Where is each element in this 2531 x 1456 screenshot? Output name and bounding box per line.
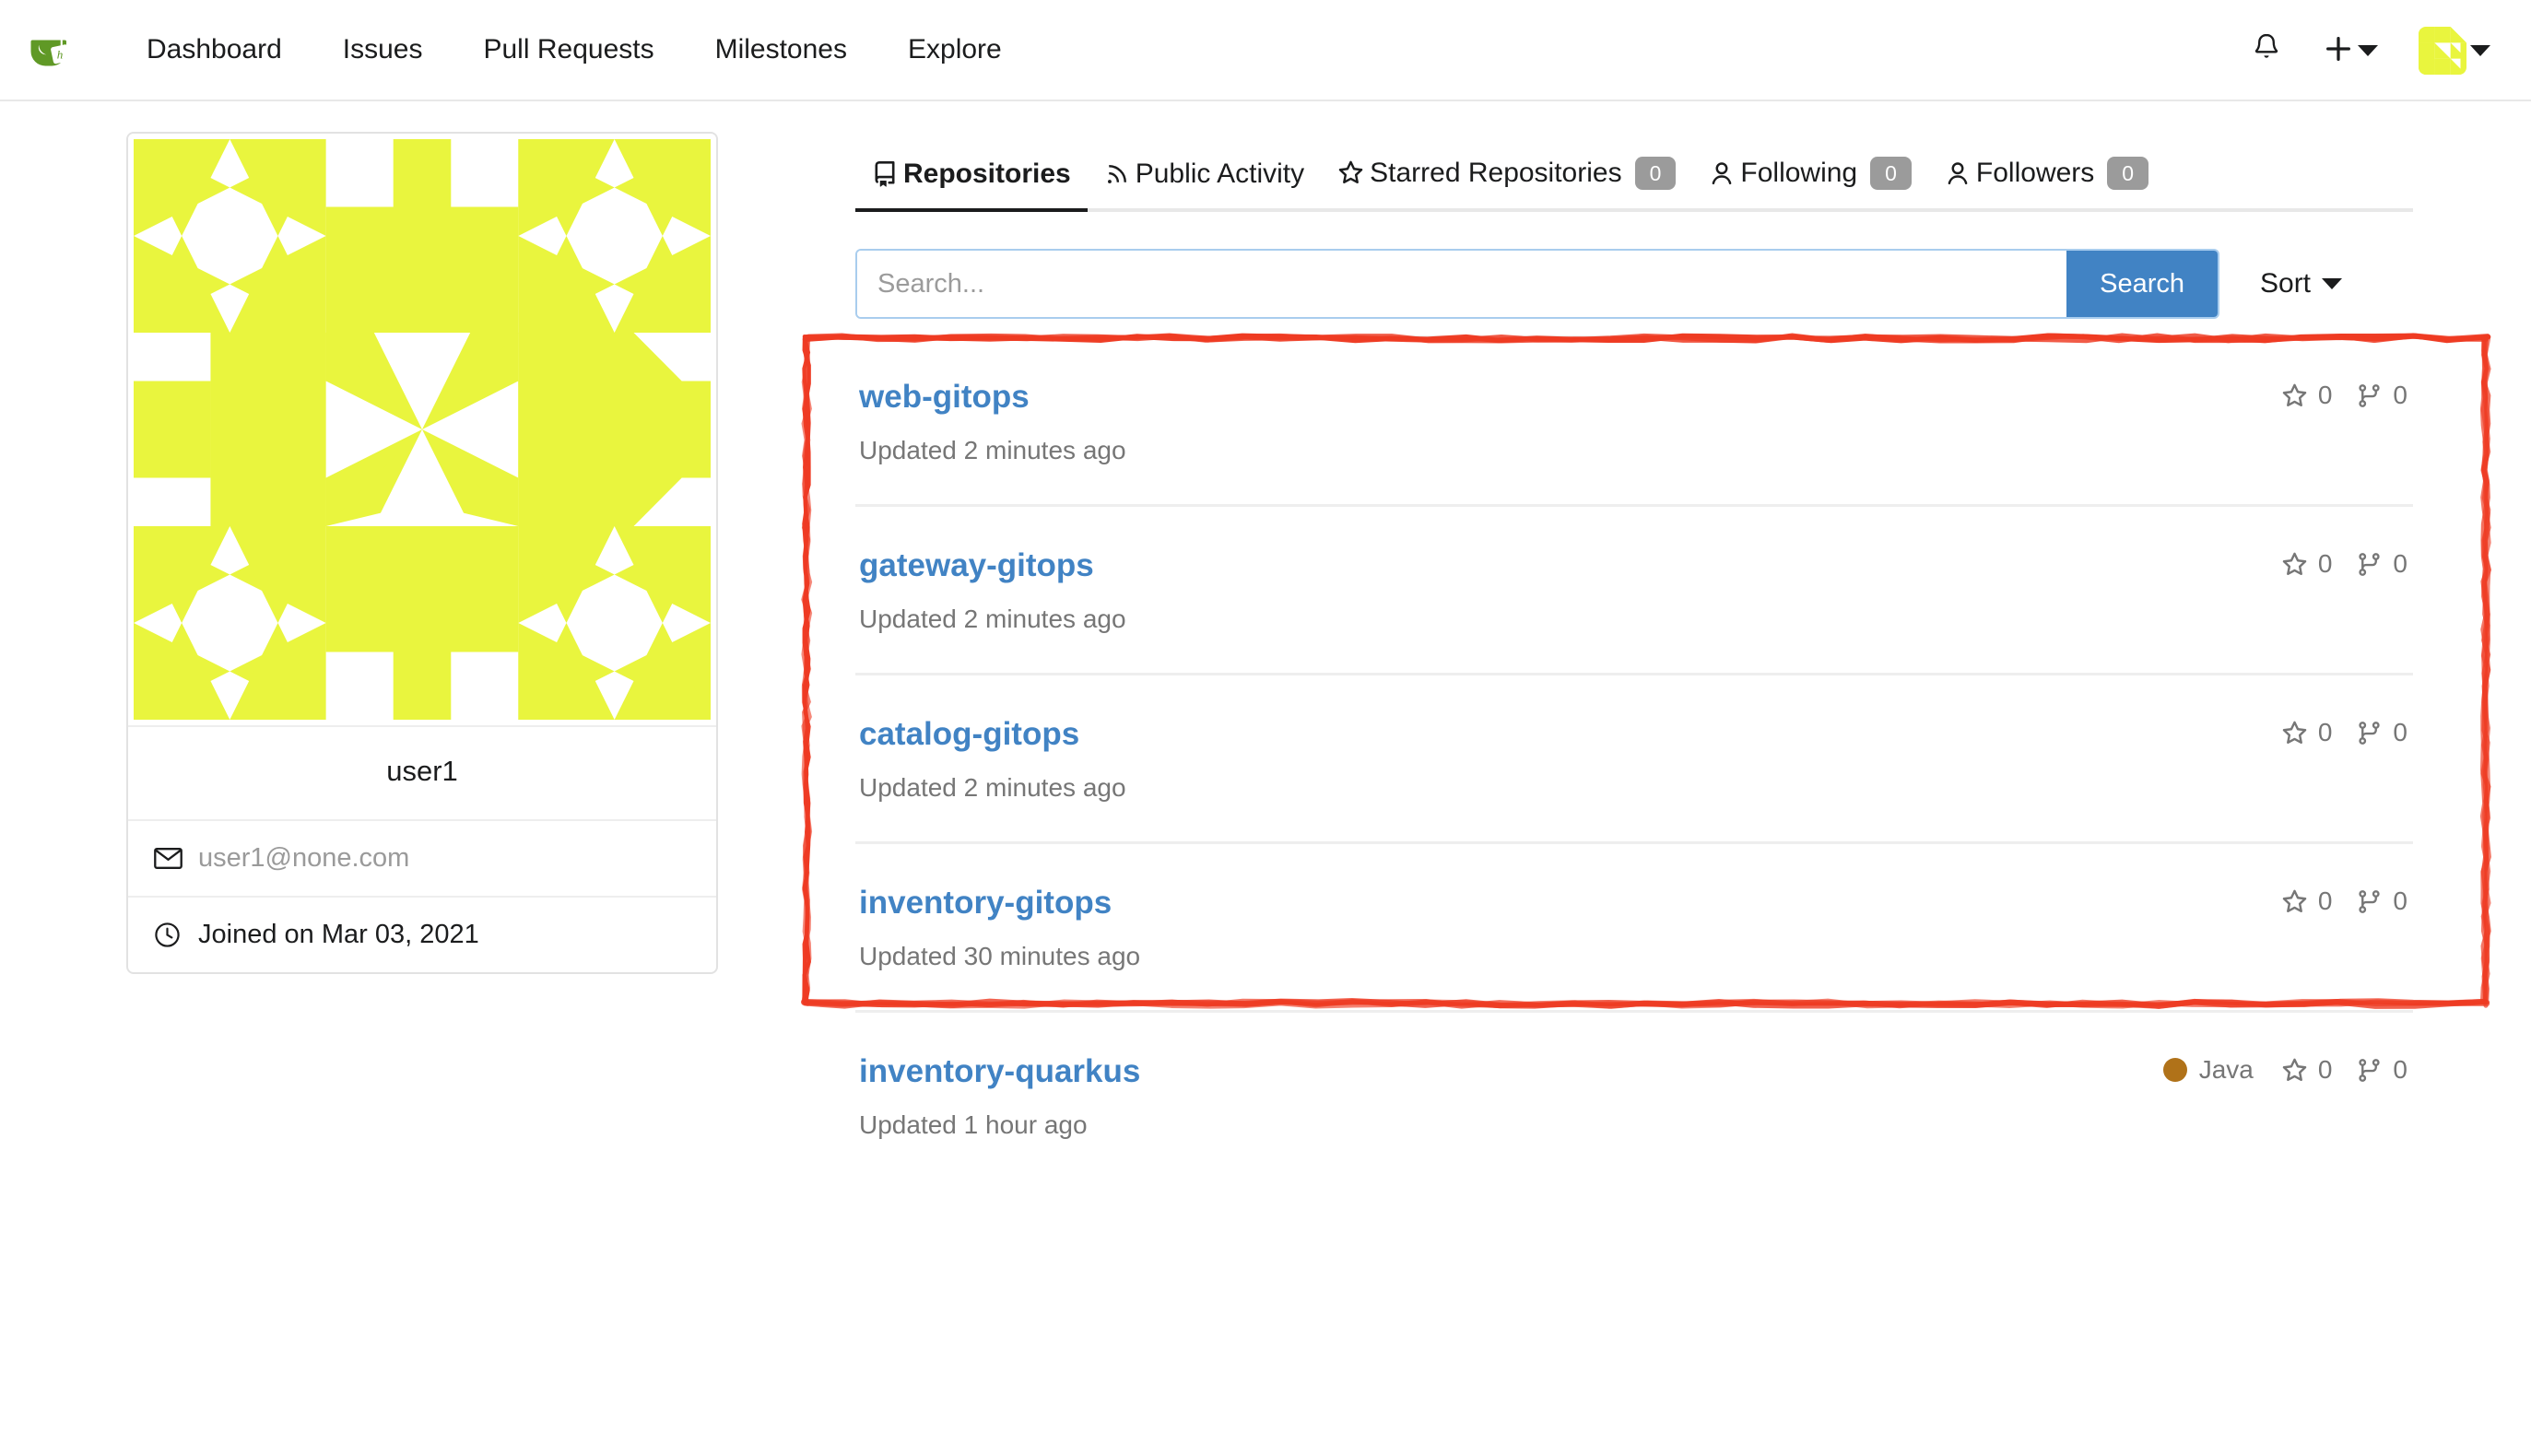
nav-link-pull-requests[interactable]: Pull Requests xyxy=(453,0,684,100)
tab-starred-repositories-label: Starred Repositories xyxy=(1370,158,1621,189)
profile-email-row: user1@none.com xyxy=(128,819,716,896)
tab-followers-label: Followers xyxy=(1976,158,2094,189)
repository-forks: 0 xyxy=(2356,549,2407,579)
top-navbar: h Dashboard Issues Pull Requests Milesto… xyxy=(0,0,2531,101)
search-row: Search Sort xyxy=(855,249,2413,319)
search-button[interactable]: Search xyxy=(2066,251,2218,317)
repository-meta: 0 0 xyxy=(2257,381,2407,410)
repository-stars: 0 xyxy=(2281,887,2333,916)
clock-icon xyxy=(154,922,198,948)
tab-repositories[interactable]: Repositories xyxy=(855,159,1088,208)
fork-count: 0 xyxy=(2393,1055,2407,1085)
tab-followers[interactable]: Followers 0 xyxy=(1928,157,2165,208)
tab-public-activity-label: Public Activity xyxy=(1136,159,1304,190)
repository-updated: Updated 2 minutes ago xyxy=(859,773,2409,803)
search-field-group: Search xyxy=(855,249,2219,319)
fork-count: 0 xyxy=(2393,549,2407,579)
main-content: Repositories Public Activity Starred Rep… xyxy=(855,129,2413,1179)
repository-updated: Updated 2 minutes ago xyxy=(859,436,2409,465)
navbar-right-actions xyxy=(2231,0,2511,101)
tab-following[interactable]: Following 0 xyxy=(1692,157,1928,208)
user-avatar-identicon-large xyxy=(128,134,716,725)
language-label: Java xyxy=(2199,1055,2254,1085)
person-icon xyxy=(1709,160,1735,186)
repository-meta: 0 0 xyxy=(2257,549,2407,579)
repository-meta: 0 0 xyxy=(2257,887,2407,916)
chevron-down-icon xyxy=(2322,278,2342,289)
create-new-button[interactable] xyxy=(2302,0,2398,101)
user-menu-button[interactable] xyxy=(2398,0,2511,101)
profile-username: user1 xyxy=(128,725,716,819)
nav-link-issues[interactable]: Issues xyxy=(312,0,453,100)
repository-updated: Updated 2 minutes ago xyxy=(859,605,2409,634)
profile-email-text: user1@none.com xyxy=(198,843,409,874)
language-color-dot xyxy=(2163,1058,2187,1082)
repository-meta: 0 0 xyxy=(2257,718,2407,747)
repository-link[interactable]: inventory-gitops xyxy=(859,885,1112,922)
fork-count: 0 xyxy=(2393,381,2407,410)
sort-label: Sort xyxy=(2260,268,2311,299)
user-avatar-identicon xyxy=(2419,27,2466,75)
page-root: h Dashboard Issues Pull Requests Milesto… xyxy=(0,0,2531,1456)
repository-item: catalog-gitops Updated 2 minutes ago 0 0 xyxy=(855,673,2413,841)
primary-nav: Dashboard Issues Pull Requests Milestone… xyxy=(116,0,1032,100)
repository-forks: 0 xyxy=(2356,887,2407,916)
mail-icon xyxy=(154,847,198,870)
repository-item: web-gitops Updated 2 minutes ago 0 0 xyxy=(855,335,2413,504)
star-count: 0 xyxy=(2318,1055,2333,1085)
tab-public-activity[interactable]: Public Activity xyxy=(1088,159,1321,208)
star-count: 0 xyxy=(2318,887,2333,916)
repository-forks: 0 xyxy=(2356,718,2407,747)
nav-link-milestones[interactable]: Milestones xyxy=(685,0,877,100)
repository-stars: 0 xyxy=(2281,1055,2333,1085)
profile-joined-row: Joined on Mar 03, 2021 xyxy=(128,896,716,972)
fork-count: 0 xyxy=(2393,887,2407,916)
star-count: 0 xyxy=(2318,549,2333,579)
repository-forks: 0 xyxy=(2356,1055,2407,1085)
repository-forks: 0 xyxy=(2356,381,2407,410)
profile-joined-text: Joined on Mar 03, 2021 xyxy=(198,920,479,950)
star-count: 0 xyxy=(2318,718,2333,747)
rss-icon xyxy=(1104,161,1130,187)
svg-text:h: h xyxy=(57,48,64,62)
repository-item: inventory-gitops Updated 30 minutes ago … xyxy=(855,841,2413,1010)
user-profile-card: user1 user1@none.com Joined on Mar 03, 2… xyxy=(126,132,718,974)
repository-link[interactable]: gateway-gitops xyxy=(859,547,1094,584)
search-input[interactable] xyxy=(857,251,2066,317)
repository-updated: Updated 1 hour ago xyxy=(859,1110,2409,1140)
repository-link[interactable]: catalog-gitops xyxy=(859,716,1079,753)
repo-icon xyxy=(872,161,898,187)
star-count: 0 xyxy=(2318,381,2333,410)
tab-starred-badge: 0 xyxy=(1635,157,1677,190)
tab-followers-badge: 0 xyxy=(2107,157,2148,190)
tab-repositories-label: Repositories xyxy=(903,159,1071,190)
fork-count: 0 xyxy=(2393,718,2407,747)
repository-meta: Java 0 0 xyxy=(2139,1055,2407,1085)
repository-stars: 0 xyxy=(2281,381,2333,410)
sort-dropdown[interactable]: Sort xyxy=(2260,268,2342,299)
repository-link[interactable]: inventory-quarkus xyxy=(859,1053,1140,1090)
repository-stars: 0 xyxy=(2281,549,2333,579)
tab-following-label: Following xyxy=(1740,158,1857,189)
chevron-down-icon xyxy=(2358,45,2378,56)
chevron-down-icon xyxy=(2470,45,2490,56)
tab-starred-repositories[interactable]: Starred Repositories 0 xyxy=(1321,157,1692,208)
repository-updated: Updated 30 minutes ago xyxy=(859,942,2409,971)
repository-list: web-gitops Updated 2 minutes ago 0 0 gat… xyxy=(855,335,2413,1179)
repository-item: inventory-quarkus Updated 1 hour ago Jav… xyxy=(855,1010,2413,1179)
star-icon xyxy=(1337,159,1364,186)
tab-following-badge: 0 xyxy=(1870,157,1912,190)
repository-language: Java xyxy=(2163,1055,2257,1085)
repository-stars: 0 xyxy=(2281,718,2333,747)
profile-tabs: Repositories Public Activity Starred Rep… xyxy=(855,129,2413,212)
person-icon xyxy=(1945,160,1971,186)
plus-icon xyxy=(2323,33,2354,69)
repository-item: gateway-gitops Updated 2 minutes ago 0 0 xyxy=(855,504,2413,673)
nav-link-explore[interactable]: Explore xyxy=(877,0,1032,100)
gitea-teacup-logo-icon[interactable]: h xyxy=(28,24,79,76)
notifications-button[interactable] xyxy=(2231,0,2302,101)
nav-link-dashboard[interactable]: Dashboard xyxy=(116,0,312,100)
bell-icon xyxy=(2251,32,2282,70)
repository-link[interactable]: web-gitops xyxy=(859,379,1030,416)
